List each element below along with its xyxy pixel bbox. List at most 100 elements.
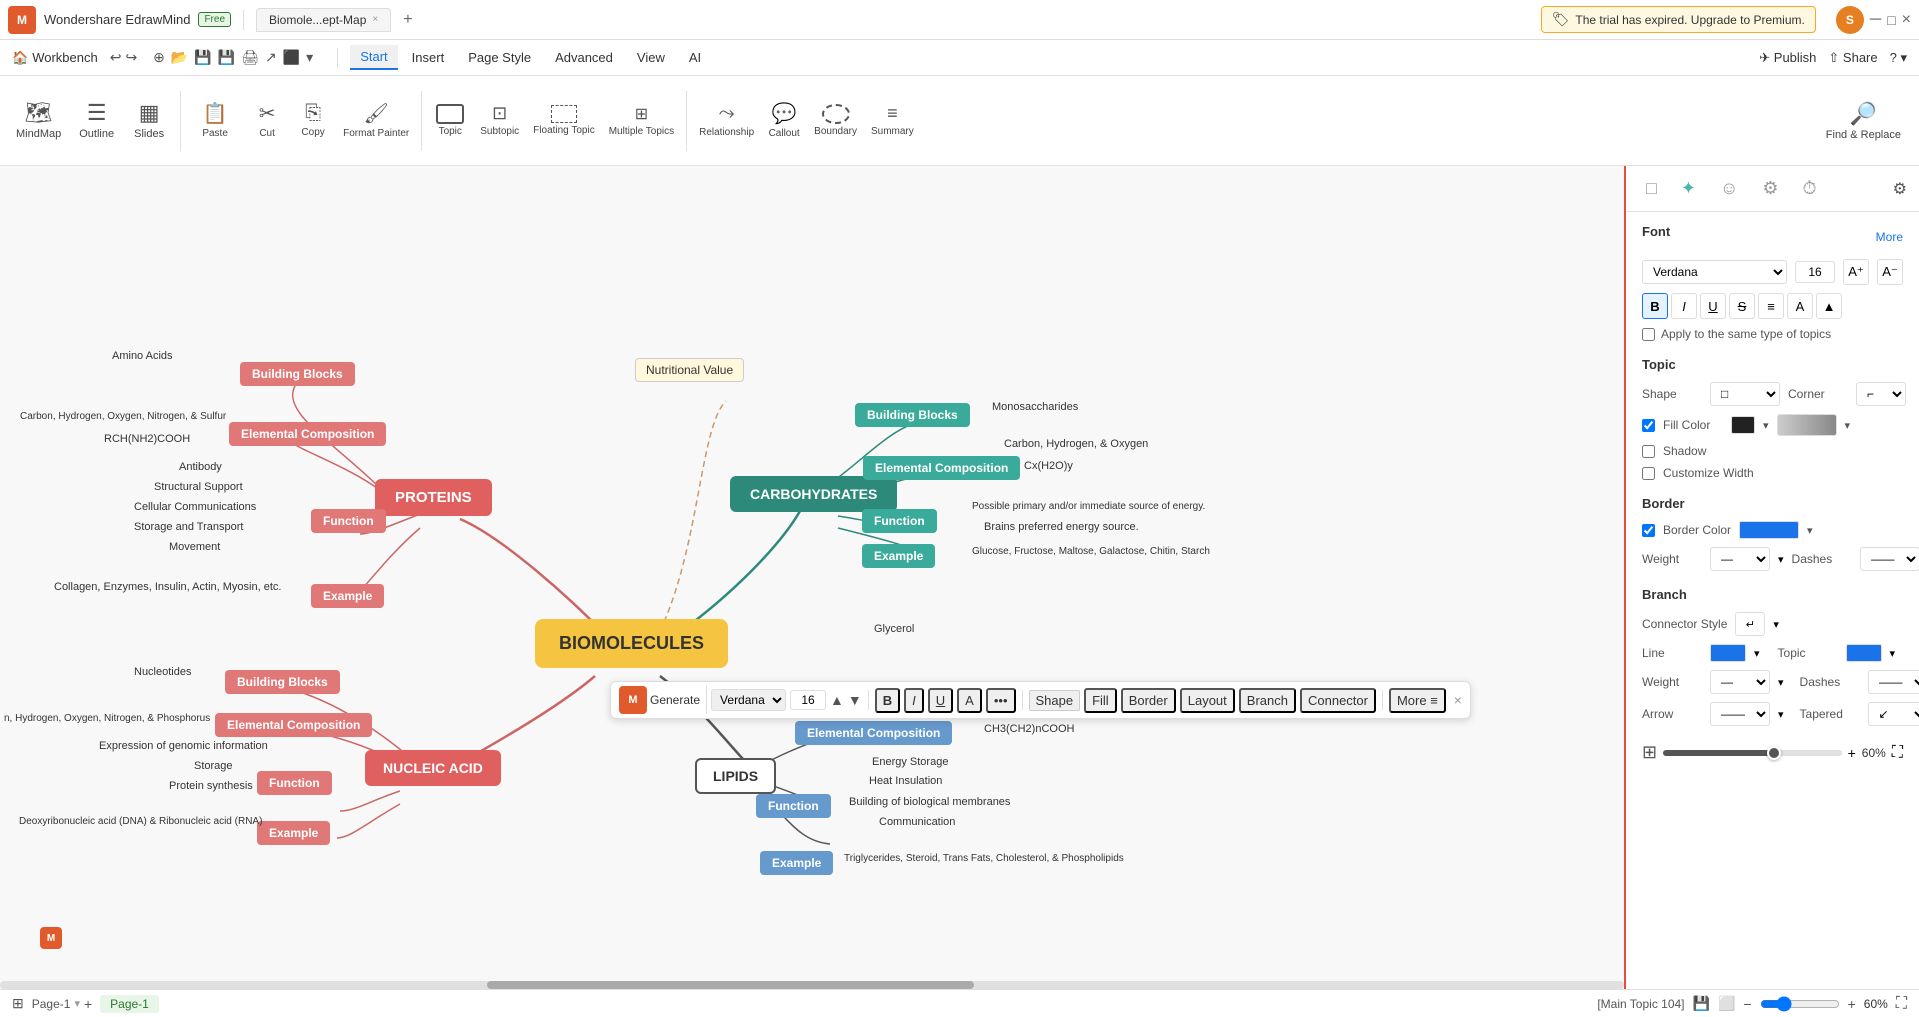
zoom-range[interactable] (1760, 996, 1840, 1012)
branch-line-dropdown[interactable]: ▾ (1754, 647, 1760, 660)
close-btn[interactable]: × (1902, 11, 1911, 29)
add-page-btn[interactable]: + (84, 996, 92, 1012)
ft-size-down[interactable]: ▼ (848, 692, 862, 708)
help-btn[interactable]: ? ▾ (1890, 50, 1907, 66)
font-size-input[interactable] (1795, 261, 1835, 283)
carbs-elemental[interactable]: Elemental Composition (863, 456, 1020, 480)
branch-weight-dropdown[interactable]: ▾ (1778, 676, 1784, 689)
ft-italic-btn[interactable]: I (904, 688, 924, 713)
font-color-btn[interactable]: A (1787, 293, 1813, 319)
floating-topic-btn[interactable]: Floating Topic (527, 101, 601, 141)
dropdown-btn[interactable]: ▾ (306, 49, 313, 66)
canvas[interactable]: BIOMOLECULES Nutritional Value PROTEINS … (0, 166, 1624, 989)
center-node[interactable]: BIOMOLECULES (535, 619, 728, 668)
dashes-selector[interactable]: —— (1860, 547, 1919, 571)
fill-color-dark-swatch[interactable] (1731, 416, 1755, 434)
menu-view[interactable]: View (627, 46, 675, 69)
lipids-example[interactable]: Example (760, 851, 833, 875)
save-btn[interactable]: 💾 (194, 49, 211, 66)
share-btn[interactable]: ⇧ Share (1828, 50, 1877, 66)
panel-tab-history[interactable]: ⏱ (1795, 174, 1825, 203)
branch-line-color-swatch[interactable] (1710, 644, 1746, 662)
subtopic-btn[interactable]: ⊡ Subtopic (474, 99, 525, 142)
border-color-blue-swatch[interactable] (1739, 521, 1799, 539)
fullscreen-btn[interactable]: ⛶ (1892, 744, 1903, 762)
align-btn[interactable]: ≡ (1758, 293, 1784, 319)
nucleic-building[interactable]: Building Blocks (225, 670, 340, 694)
shape-selector[interactable]: □ (1710, 382, 1780, 406)
menu-advanced[interactable]: Advanced (545, 46, 623, 69)
menu-insert[interactable]: Insert (402, 46, 455, 69)
zoom-in-icon[interactable]: + (1848, 745, 1856, 761)
ft-branch-btn[interactable]: Branch (1239, 688, 1296, 713)
topic-btn[interactable]: Topic (428, 100, 472, 142)
tab-close[interactable]: × (372, 14, 378, 25)
fill-color-checkbox[interactable] (1642, 419, 1655, 432)
bold-btn[interactable]: B (1642, 293, 1668, 319)
page-fit-btn[interactable]: ⊞ (1642, 742, 1657, 763)
proteins-example[interactable]: Example (311, 584, 384, 608)
open-btn[interactable]: 📂 (171, 49, 188, 66)
nucleic-node[interactable]: NUCLEIC ACID (365, 750, 501, 786)
find-replace-btn[interactable]: 🔎 Find & Replace (1816, 97, 1911, 145)
paste-btn[interactable]: 📋 Paste (187, 97, 243, 144)
branch-arrow-selector[interactable]: —— (1710, 702, 1770, 726)
boundary-btn[interactable]: Boundary (808, 100, 863, 142)
branch-topic-dropdown[interactable]: ▾ (1890, 647, 1896, 660)
proteins-building-blocks[interactable]: Building Blocks (240, 362, 355, 386)
apply-same-checkbox[interactable] (1642, 328, 1655, 341)
export-btn[interactable]: ↗ (265, 49, 277, 66)
active-page-tab[interactable]: Page-1 (100, 995, 159, 1013)
customize-width-checkbox[interactable] (1642, 467, 1655, 480)
workbench-btn[interactable]: 🏠 (12, 50, 28, 66)
outline-view-btn[interactable]: ☰ Outline (71, 96, 122, 145)
strikethrough-btn[interactable]: S (1729, 293, 1755, 319)
bottom-icon1[interactable]: 💾 (1693, 995, 1710, 1012)
nutritional-value-node[interactable]: Nutritional Value (635, 358, 744, 382)
menu-start[interactable]: Start (350, 45, 397, 70)
proteins-node[interactable]: PROTEINS (375, 479, 492, 516)
save2-btn[interactable]: 💾 (218, 49, 235, 66)
proteins-function[interactable]: Function (311, 509, 386, 533)
active-tab[interactable]: Biomole...ept-Map × (256, 8, 391, 32)
format-painter-btn[interactable]: 🖌 Format Painter (337, 97, 415, 144)
ft-fill-btn[interactable]: Fill (1084, 688, 1117, 713)
cut-btn[interactable]: ✂ Cut (245, 97, 289, 144)
panel-settings-icon[interactable]: ⚙ (1893, 179, 1907, 199)
h-scrollbar[interactable] (0, 981, 1624, 989)
branch-tapered-selector[interactable]: ↙ (1868, 702, 1919, 726)
branch-dashes-selector[interactable]: —— (1868, 670, 1919, 694)
maximize-btn[interactable]: □ (1887, 12, 1895, 28)
connector-style-dropdown[interactable]: ▾ (1773, 618, 1779, 631)
ft-border-btn[interactable]: Border (1121, 688, 1176, 713)
grid-view-btn[interactable]: ⊞ (12, 995, 24, 1012)
redo-btn[interactable]: ↪ (125, 49, 137, 66)
mindmap-view-btn[interactable]: 🗺 MindMap (8, 96, 69, 145)
copy-btn[interactable]: ⎘ Copy (291, 98, 335, 143)
user-avatar[interactable]: S (1836, 6, 1864, 34)
zoom-out-btn[interactable]: − (1743, 996, 1751, 1012)
border-color-checkbox[interactable] (1642, 524, 1655, 537)
ft-more-btn[interactable]: More ≡ (1389, 688, 1446, 713)
ft-font-size[interactable] (790, 690, 826, 710)
branch-weight-selector[interactable]: — (1710, 670, 1770, 694)
carbs-node[interactable]: CARBOHYDRATES (730, 476, 897, 512)
fill-color-dropdown[interactable]: ▾ (1763, 419, 1769, 432)
ft-underline-btn[interactable]: U (928, 688, 953, 713)
nucleic-example[interactable]: Example (257, 821, 330, 845)
carbs-function[interactable]: Function (862, 509, 937, 533)
italic-btn[interactable]: I (1671, 293, 1697, 319)
menu-ai[interactable]: AI (679, 46, 711, 69)
ft-connector-btn[interactable]: Connector (1300, 688, 1376, 713)
publish-btn[interactable]: ✈ Publish (1759, 50, 1816, 66)
lipids-function[interactable]: Function (756, 794, 831, 818)
ft-close-btn[interactable]: × (1454, 692, 1462, 708)
carbs-example[interactable]: Example (862, 544, 935, 568)
font-size-up-btn[interactable]: A⁺ (1843, 259, 1869, 285)
fill-gradient-dropdown[interactable]: ▾ (1845, 419, 1851, 432)
summary-btn[interactable]: ≡ Summary (865, 99, 920, 142)
multiple-topics-btn[interactable]: ⊞ Multiple Topics (603, 100, 680, 142)
shadow-checkbox[interactable] (1642, 445, 1655, 458)
corner-selector[interactable]: ⌐ (1856, 382, 1906, 406)
ft-more-fmt-btn[interactable]: ••• (986, 688, 1016, 713)
